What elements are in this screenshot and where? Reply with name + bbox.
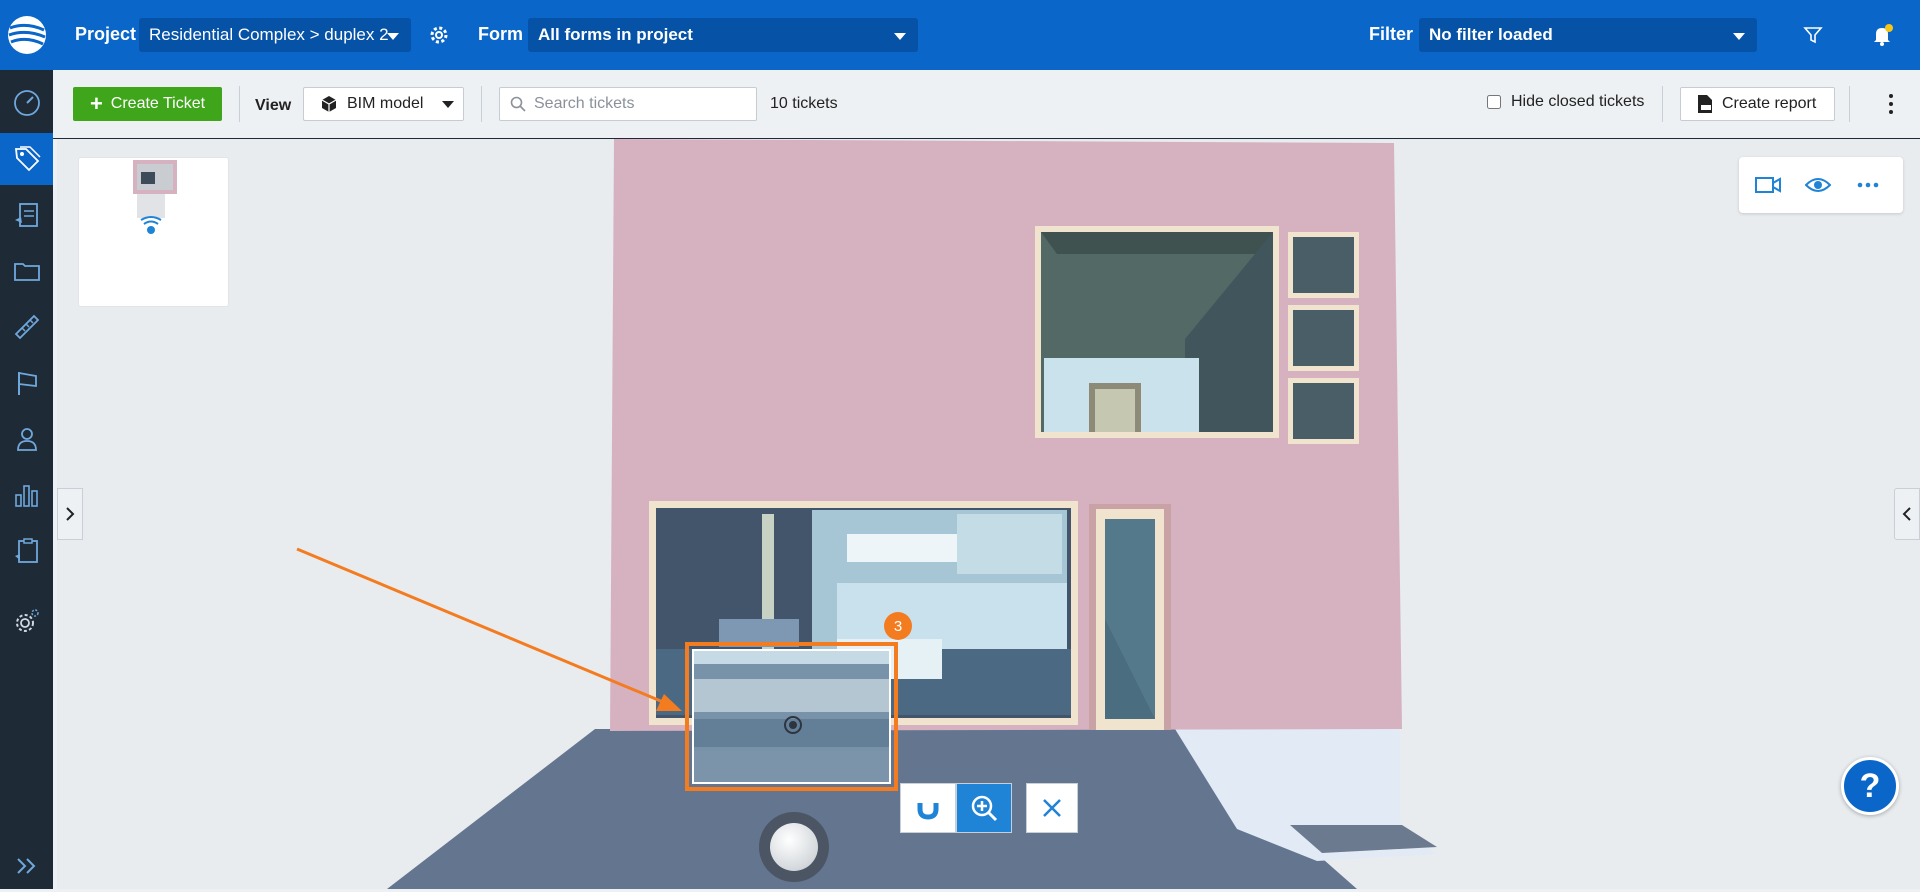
visibility-eye-icon[interactable] xyxy=(1803,171,1833,199)
sidebar-item-milestones[interactable] xyxy=(0,357,53,409)
folder-icon xyxy=(13,263,40,281)
settings-gear-icon xyxy=(15,609,39,632)
view-mode-value: BIM model xyxy=(347,95,424,112)
sidebar-item-settings[interactable] xyxy=(0,595,53,647)
minimap[interactable] xyxy=(78,157,229,307)
forms-document-icon xyxy=(14,203,38,227)
viewer-tools xyxy=(1739,157,1903,213)
create-ticket-label: Create Ticket xyxy=(110,95,206,112)
cube-icon xyxy=(321,96,337,112)
bim-3d-viewer[interactable]: 3 ? xyxy=(57,139,1920,889)
sidebar-item-checklists[interactable] xyxy=(0,525,53,577)
left-panel-toggle[interactable] xyxy=(57,488,83,540)
caret-down-icon xyxy=(442,100,455,108)
sidebar-expand[interactable] xyxy=(0,840,53,892)
chevron-down-icon xyxy=(894,33,906,40)
chevron-left-icon xyxy=(1902,507,1911,521)
divider xyxy=(239,86,240,122)
camera-icon[interactable] xyxy=(1753,171,1783,199)
view-mode-select[interactable]: BIM model xyxy=(303,87,464,121)
sidebar-item-dashboard[interactable] xyxy=(0,77,53,129)
more-horizontal-icon[interactable] xyxy=(1853,171,1883,199)
search-icon xyxy=(510,96,526,112)
zoom-to-selection-button[interactable] xyxy=(956,783,1012,833)
hide-closed-checkbox[interactable] xyxy=(1487,95,1501,109)
filter-select-value: No filter loaded xyxy=(1429,25,1553,44)
filter-label: Filter xyxy=(1369,24,1414,44)
search-input[interactable] xyxy=(534,95,744,113)
snap-magnet-button[interactable] xyxy=(900,783,956,833)
hide-closed-toggle[interactable]: Hide closed tickets xyxy=(1487,93,1644,111)
ticket-pin-badge[interactable]: 3 xyxy=(884,612,912,640)
chevron-down-icon xyxy=(387,33,399,40)
project-select[interactable]: Residential Complex > duplex 2 xyxy=(139,18,411,52)
create-report-label: Create report xyxy=(1722,95,1817,112)
hide-closed-label: Hide closed tickets xyxy=(1511,93,1645,110)
sidebar-item-files[interactable] xyxy=(0,245,53,297)
pdf-file-icon xyxy=(1698,95,1712,113)
tickets-count: 10 tickets xyxy=(770,95,838,112)
divider xyxy=(481,86,482,122)
form-select-value: All forms in project xyxy=(538,25,693,44)
help-button[interactable]: ? xyxy=(1841,757,1899,815)
close-icon xyxy=(1043,799,1061,817)
project-label: Project xyxy=(75,24,137,44)
project-select-value: Residential Complex > duplex 2 xyxy=(149,25,389,44)
capture-button[interactable] xyxy=(759,812,829,882)
form-label: Form xyxy=(478,24,523,44)
project-settings-gear-icon[interactable] xyxy=(424,20,454,50)
sidebar-item-measure[interactable] xyxy=(0,301,53,353)
clear-selection-button[interactable] xyxy=(1026,783,1078,833)
sidebar-item-forms[interactable] xyxy=(0,189,53,241)
app-logo[interactable] xyxy=(0,0,53,70)
expand-double-chevron-icon xyxy=(16,858,35,874)
form-select[interactable]: All forms in project xyxy=(528,18,918,52)
create-report-button[interactable]: Create report xyxy=(1680,87,1835,121)
search-tickets[interactable] xyxy=(499,87,757,121)
analytics-bar-chart-icon xyxy=(14,485,38,507)
view-label: View xyxy=(255,97,292,114)
user-person-icon xyxy=(16,428,37,451)
left-sidebar xyxy=(0,0,53,889)
minimap-plan xyxy=(133,160,177,234)
flag-icon xyxy=(17,372,37,395)
capture-shutter-icon xyxy=(770,823,818,871)
dashboard-gauge-icon xyxy=(13,90,40,116)
sidebar-item-tickets[interactable] xyxy=(0,133,53,185)
filter-select[interactable]: No filter loaded xyxy=(1419,18,1757,52)
sidebar-item-analytics[interactable] xyxy=(0,469,53,521)
ruler-measure-icon xyxy=(14,314,39,340)
create-ticket-button[interactable]: + Create Ticket xyxy=(73,87,222,121)
zoom-in-icon xyxy=(971,795,998,822)
filter-funnel-icon[interactable] xyxy=(1798,20,1828,50)
right-panel-toggle[interactable] xyxy=(1894,488,1920,540)
top-bar: Project Residential Complex > duplex 2 F… xyxy=(53,0,1920,70)
plus-icon: + xyxy=(89,91,103,116)
tickets-toolbar: + Create Ticket View BIM model 10 ticket… xyxy=(53,70,1920,139)
divider xyxy=(1849,86,1850,122)
more-options-icon[interactable] xyxy=(1888,94,1894,114)
app-logo-icon xyxy=(7,16,46,54)
magnet-icon xyxy=(917,798,939,820)
bim-model-scene[interactable] xyxy=(57,139,1920,889)
chevron-right-icon xyxy=(66,507,75,521)
divider xyxy=(1662,86,1663,122)
tickets-tag-icon xyxy=(14,146,41,172)
clipboard-checklist-icon xyxy=(14,538,38,563)
sidebar-item-people[interactable] xyxy=(0,413,53,465)
chevron-down-icon xyxy=(1733,33,1745,40)
notifications-bell-icon[interactable] xyxy=(1867,20,1897,50)
